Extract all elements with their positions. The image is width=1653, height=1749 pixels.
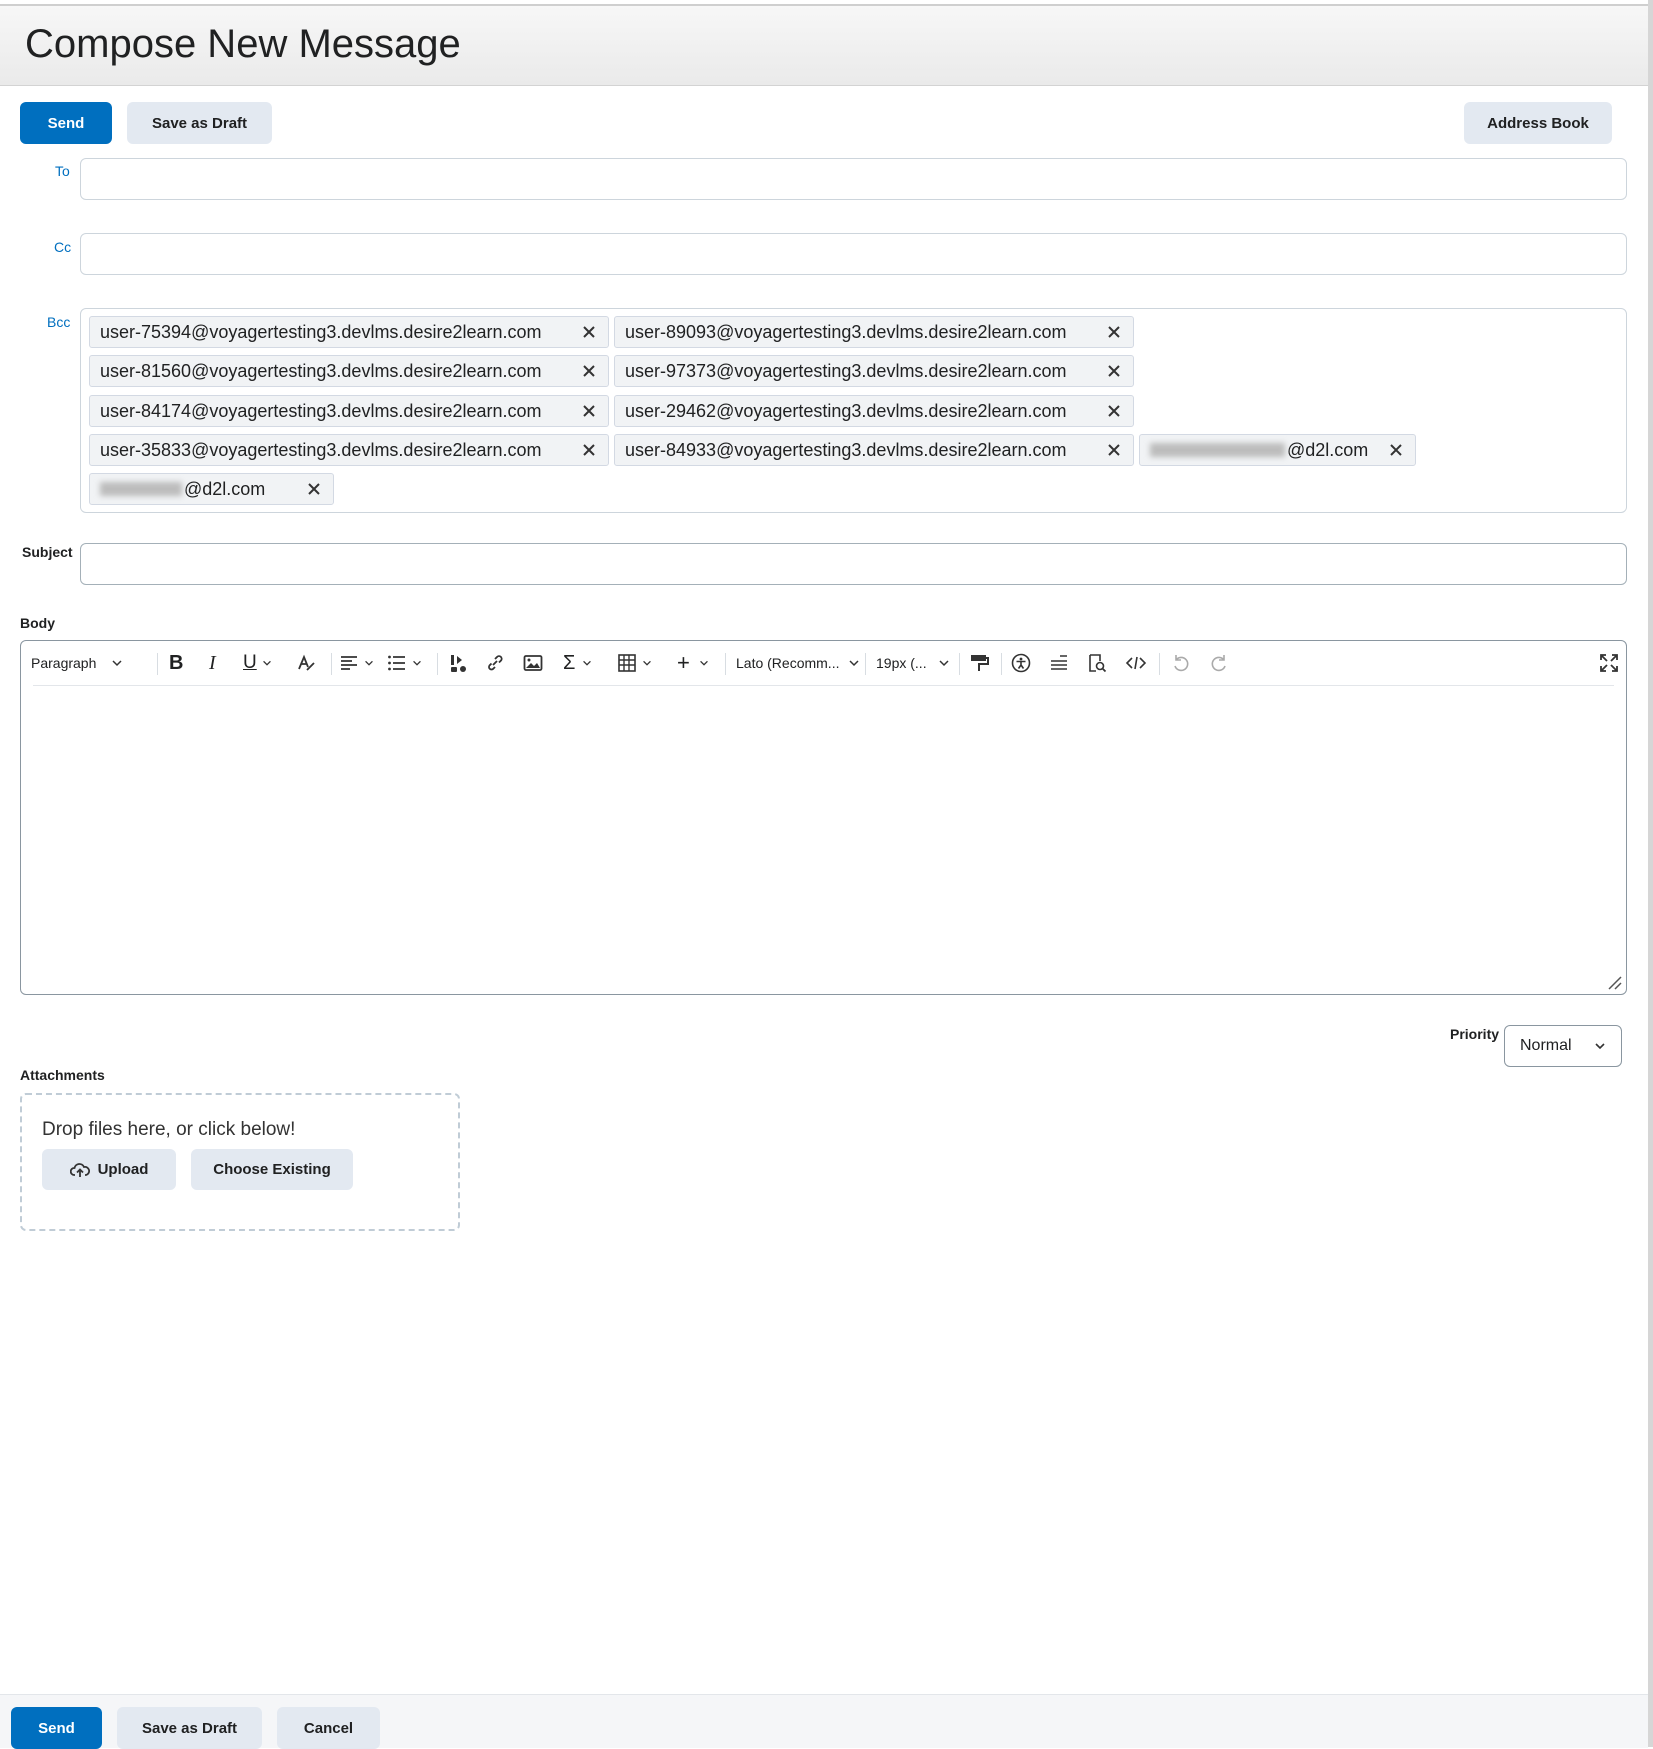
recipient-chip[interactable]: @d2l.com [89,473,334,505]
bcc-input[interactable]: user-75394@voyagertesting3.devlms.desire… [80,308,1627,513]
recipient-chip[interactable]: user-84933@voyagertesting3.devlms.desire… [614,434,1134,466]
table-icon[interactable] [617,651,653,675]
chevron-down-icon [413,660,421,666]
chevron-down-icon [583,660,592,666]
recipient-chip[interactable]: @d2l.com [1139,434,1416,466]
block-format-dropdown[interactable]: Paragraph [31,651,124,675]
toolbar-divider [959,653,960,675]
choose-existing-button[interactable]: Choose Existing [191,1149,353,1190]
recipient-chip[interactable]: user-35833@voyagertesting3.devlms.desire… [89,434,609,466]
send-button[interactable]: Send [20,102,112,144]
remove-recipient-icon[interactable] [580,362,598,380]
priority-select[interactable]: Normal [1504,1025,1622,1067]
recipient-chip[interactable]: user-97373@voyagertesting3.devlms.desire… [614,355,1134,387]
resize-handle-icon[interactable] [1606,974,1622,990]
editor-toolbar: Paragraph B I U Σ + Lato (Recomm... 19px… [31,641,1618,686]
toolbar-divider [331,653,332,675]
link-icon[interactable] [485,651,505,675]
insert-stuff-icon[interactable] [449,651,469,675]
remove-recipient-icon[interactable] [1105,362,1123,380]
remove-recipient-icon[interactable] [580,323,598,341]
chevron-down-icon [1595,1043,1605,1050]
cloud-upload-icon [69,1162,90,1177]
subject-input[interactable] [80,543,1627,585]
toolbar-divider [157,653,158,675]
remove-recipient-icon[interactable] [1105,323,1123,341]
fullscreen-icon[interactable] [1599,651,1619,675]
toolbar-divider [725,653,726,675]
cc-label[interactable]: Cc [54,239,71,255]
italic-icon[interactable]: I [209,651,216,675]
undo-icon[interactable] [1171,651,1191,675]
word-count-icon[interactable] [1049,651,1069,675]
chevron-down-icon [262,660,271,666]
address-book-button[interactable]: Address Book [1464,102,1612,144]
chevron-down-icon [643,660,651,666]
subject-label: Subject [22,544,73,560]
remove-recipient-icon[interactable] [1105,402,1123,420]
recipient-chip[interactable]: user-84174@voyagertesting3.devlms.desire… [89,395,609,427]
chevron-down-icon [365,660,373,666]
dropzone-text: Drop files here, or click below! [42,1119,296,1140]
equation-icon[interactable]: Σ [563,651,593,675]
preview-icon[interactable] [1087,651,1107,675]
chevron-down-icon [849,660,860,667]
recipient-chip[interactable]: user-75394@voyagertesting3.devlms.desire… [89,316,609,348]
underline-icon[interactable]: U [243,651,273,675]
chevron-down-icon [939,660,949,667]
source-code-icon[interactable] [1125,651,1147,675]
recipient-chip[interactable]: user-29462@voyagertesting3.devlms.desire… [614,395,1134,427]
attachment-dropzone[interactable]: Drop files here, or click below! Upload … [20,1093,460,1231]
accessibility-icon[interactable] [1011,651,1031,675]
image-icon[interactable] [523,651,543,675]
page-header: Compose New Message [0,4,1648,86]
toolbar-divider [1159,653,1160,675]
page-title: Compose New Message [25,22,461,66]
align-icon[interactable] [339,651,375,675]
to-input[interactable] [80,158,1627,200]
body-editor[interactable]: Paragraph B I U Σ + Lato (Recomm... 19px… [20,640,1627,995]
save-draft-button[interactable]: Save as Draft [127,102,272,144]
redacted-name [1150,443,1285,457]
redacted-name [100,482,182,496]
toolbar-divider [437,653,438,675]
remove-recipient-icon[interactable] [305,480,323,498]
footer-send-button[interactable]: Send [11,1707,102,1749]
priority-label: Priority [1450,1026,1500,1042]
remove-recipient-icon[interactable] [580,402,598,420]
toolbar-divider [1001,653,1002,675]
footer-save-draft-button[interactable]: Save as Draft [117,1707,262,1749]
clear-format-icon[interactable] [295,651,317,675]
footer-bar: Send Save as Draft Cancel [0,1694,1648,1749]
remove-recipient-icon[interactable] [1105,441,1123,459]
bcc-label[interactable]: Bcc [47,314,70,330]
attachments-label: Attachments [20,1067,105,1083]
format-painter-icon[interactable] [969,651,989,675]
list-icon[interactable] [387,651,423,675]
font-size-dropdown[interactable]: 19px (... [876,651,951,675]
remove-recipient-icon[interactable] [1387,441,1405,459]
recipient-chip[interactable]: user-81560@voyagertesting3.devlms.desire… [89,355,609,387]
bold-icon[interactable]: B [169,651,183,675]
cancel-button[interactable]: Cancel [277,1707,380,1749]
chevron-down-icon [699,660,708,666]
insert-plus-icon[interactable]: + [677,650,710,675]
redo-icon[interactable] [1209,651,1229,675]
upload-button[interactable]: Upload [42,1149,176,1190]
remove-recipient-icon[interactable] [580,441,598,459]
chevron-down-icon [112,660,122,667]
font-family-dropdown[interactable]: Lato (Recomm... [736,651,861,675]
body-label: Body [20,615,55,631]
recipient-chip[interactable]: user-89093@voyagertesting3.devlms.desire… [614,316,1134,348]
cc-input[interactable] [80,233,1627,275]
to-label[interactable]: To [55,163,70,179]
toolbar-divider [865,653,866,675]
